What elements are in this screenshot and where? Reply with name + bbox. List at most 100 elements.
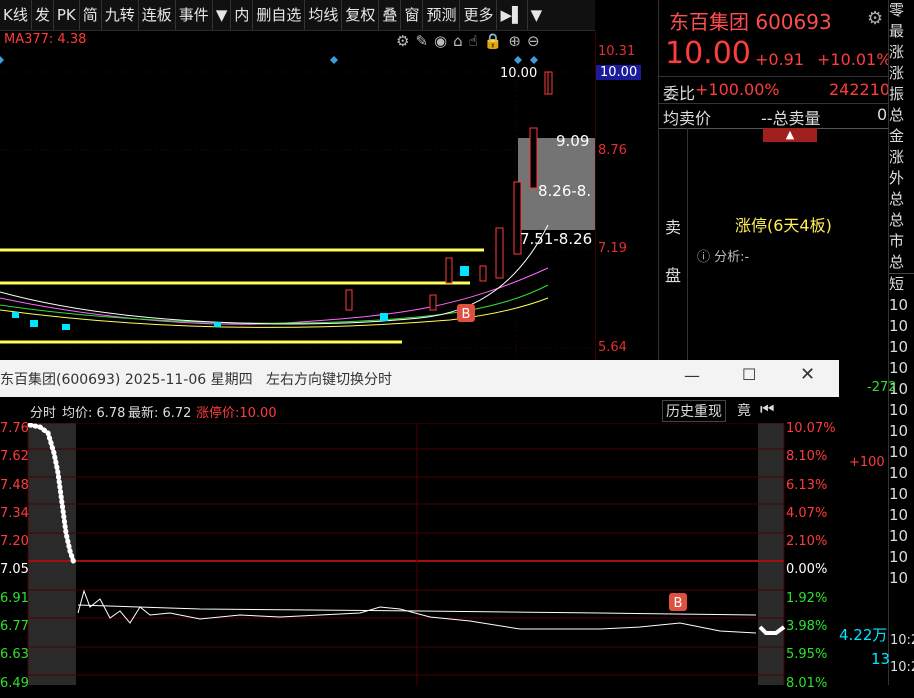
weibi-row: 委比 +100.00% 242210 bbox=[659, 76, 890, 104]
toolbar-remove-fav[interactable]: 删自选 bbox=[253, 0, 306, 30]
popup-titlebar[interactable]: 东百集团(600693) 2025-11-06 星期四 左右方向键切换分时 — … bbox=[0, 360, 839, 397]
limit-up-text: 涨停(6天4板) bbox=[735, 216, 832, 235]
quote-panel: 东百集团 600693 ⚙ 10.00 +0.91 +10.01% 委比 +10… bbox=[658, 0, 892, 360]
minimize-icon[interactable]: — bbox=[684, 366, 700, 385]
annot-top: 10.00 bbox=[500, 66, 538, 81]
sidebar-item: 10 bbox=[889, 338, 909, 356]
avg-price-label: 均价: 6.78 bbox=[62, 406, 126, 421]
partial-value-2: +100 bbox=[849, 455, 885, 470]
toolbar-simple[interactable]: 简 bbox=[80, 0, 102, 30]
sidebar-item: 10 bbox=[889, 296, 909, 314]
toolbar-more[interactable]: 更多 bbox=[460, 0, 498, 30]
sidebar-item: 10 bbox=[889, 401, 909, 419]
sidebar-item: 涨 bbox=[889, 148, 905, 166]
sell-label-1: 卖 bbox=[665, 218, 682, 237]
price-change: +0.91 bbox=[755, 50, 805, 69]
popup-info-bar: 分时 均价: 6.78 最新: 6.72 涨停价:10.00 历史重现 竟 ⏮ bbox=[0, 397, 785, 423]
sidebar-item: 总 bbox=[889, 190, 905, 208]
toolbar-forecast[interactable]: 预测 bbox=[423, 0, 461, 30]
collapse-up-icon[interactable]: ▲ bbox=[763, 128, 817, 142]
price-label-top: 10.31 bbox=[598, 44, 636, 59]
toolbar-kline[interactable]: K线 bbox=[0, 0, 32, 30]
price-label-2: 8.76 bbox=[598, 143, 627, 158]
analysis-row[interactable]: ⓘ 分析:- bbox=[697, 246, 749, 265]
annot-3: 7.51-8.26 bbox=[520, 230, 593, 248]
limit-price-label: 涨停价:10.00 bbox=[196, 406, 277, 421]
sidebar-item: 10 bbox=[889, 317, 909, 335]
collapse-left-icon[interactable]: ⏮ bbox=[760, 399, 774, 419]
total-sell-label: --总卖量 bbox=[761, 109, 821, 128]
avg-sell-label: 均卖价 bbox=[663, 109, 712, 128]
intraday-y-left: 7.76 7.62 7.48 7.34 7.20 7.05 6.91 6.77 6.63 6.… bbox=[0, 421, 29, 691]
sidebar-item: 10 bbox=[889, 527, 909, 545]
toolbar-pk[interactable]: PK bbox=[54, 0, 80, 30]
gear-icon[interactable]: ⚙ bbox=[867, 8, 883, 29]
sidebar-item: 10 bbox=[889, 485, 909, 503]
sidebar-item: 涨 bbox=[889, 64, 905, 82]
auction-button[interactable]: 竟 bbox=[737, 400, 751, 420]
price-change-pct: +10.01% bbox=[817, 50, 892, 69]
toolbar-overlay[interactable]: 叠 bbox=[379, 0, 402, 30]
sidebar-item: 10 bbox=[889, 506, 909, 524]
right-sidebar: 零 最 涨 涨 振 总 金 涨 外 总 总 市 总 短 10 10 10 10 … bbox=[888, 0, 914, 685]
sidebar-item: 总 bbox=[889, 253, 905, 271]
sidebar-item: 金 bbox=[889, 127, 905, 145]
sidebar-item: 10 bbox=[889, 548, 909, 566]
price-axis: 10.31 10.00 8.76 7.19 5.64 bbox=[595, 30, 659, 360]
toolbar-lianban[interactable]: 连板 bbox=[139, 0, 176, 30]
intraday-label: 分时 bbox=[30, 406, 57, 421]
kline-panel[interactable]: MA377: 4.38 ⚙✎◉⌂☝🔒⊕⊖ B 10.00 9.09 8.26-8… bbox=[0, 30, 595, 360]
sidebar-item: 最 bbox=[889, 22, 905, 40]
sidebar-item: 10 bbox=[889, 464, 909, 482]
sidebar-item: 短 bbox=[889, 273, 914, 295]
latest-price-label: 最新: 6.72 bbox=[128, 406, 192, 421]
sidebar-item: 外 bbox=[889, 169, 905, 187]
sidebar-item: 振 bbox=[889, 85, 905, 103]
sidebar-item: 10 bbox=[889, 359, 909, 377]
toolbar-dropdown-icon[interactable]: ▼ bbox=[213, 0, 232, 30]
toolbar-send[interactable]: 发 bbox=[32, 0, 54, 30]
annot-1: 9.09 bbox=[556, 132, 590, 150]
partial-value-3: 4.22万 bbox=[839, 626, 888, 644]
sidebar-item: 总 bbox=[889, 211, 905, 229]
maximize-icon[interactable]: ☐ bbox=[742, 365, 756, 384]
partial-right-column: -272 +100 4.22万 13 bbox=[839, 360, 897, 685]
toolbar-window[interactable]: 窗 bbox=[401, 0, 424, 30]
partial-value-1: -272 bbox=[867, 380, 897, 395]
toolbar-inner[interactable]: 内 bbox=[231, 0, 254, 30]
intraday-b-marker: B bbox=[674, 596, 683, 611]
sidebar-item: 10 bbox=[889, 569, 909, 587]
current-price-tag: 10.00 bbox=[596, 65, 642, 80]
annot-2: 8.26-8. bbox=[538, 182, 592, 200]
sidebar-item: 总 bbox=[889, 106, 905, 124]
toolbar-more-dropdown-icon[interactable]: ▼ bbox=[528, 0, 546, 30]
sidebar-item: 10 bbox=[889, 443, 909, 461]
price-label-4: 5.64 bbox=[598, 340, 627, 355]
kline-b-marker: B bbox=[462, 307, 471, 322]
intraday-popup-window: 东百集团(600693) 2025-11-06 星期四 左右方向键切换分时 — … bbox=[0, 360, 839, 691]
popup-title: 东百集团(600693) 2025-11-06 星期四 bbox=[0, 372, 253, 388]
close-icon[interactable]: ✕ bbox=[800, 364, 815, 385]
total-sell-value: 0 bbox=[877, 105, 888, 124]
history-replay-button[interactable]: 历史重现 bbox=[662, 400, 726, 422]
toolbar-adjust[interactable]: 复权 bbox=[342, 0, 380, 30]
sidebar-item: 市 bbox=[889, 232, 905, 250]
toolbar-event[interactable]: 事件 bbox=[176, 0, 213, 30]
popup-hint: 左右方向键切换分时 bbox=[266, 372, 392, 388]
sell-label-2: 盘 bbox=[665, 266, 682, 285]
sidebar-item: 零 bbox=[889, 1, 905, 19]
time-label-1: 10:2 bbox=[890, 633, 914, 648]
toolbar-play-icon[interactable]: ▶▌ bbox=[497, 0, 528, 30]
toolbar-ma[interactable]: 均线 bbox=[305, 0, 343, 30]
stock-name: 东百集团 600693 bbox=[669, 10, 832, 34]
price-label-3: 7.19 bbox=[598, 241, 627, 256]
toolbar-jiuzhuan[interactable]: 九转 bbox=[102, 0, 139, 30]
intraday-chart-svg[interactable]: B bbox=[0, 423, 839, 685]
sidebar-item: 涨 bbox=[889, 43, 905, 61]
time-label-2: 10:2 bbox=[890, 660, 914, 675]
partial-value-4: 13 bbox=[871, 650, 891, 668]
current-price: 10.00 bbox=[665, 36, 751, 71]
vertical-divider bbox=[687, 128, 688, 360]
toolbar: K线 发 PK 简 九转 连板 事件 ▼ 内 删自选 均线 复权 叠 窗 预测 … bbox=[0, 0, 595, 31]
sidebar-item: 10 bbox=[889, 422, 909, 440]
